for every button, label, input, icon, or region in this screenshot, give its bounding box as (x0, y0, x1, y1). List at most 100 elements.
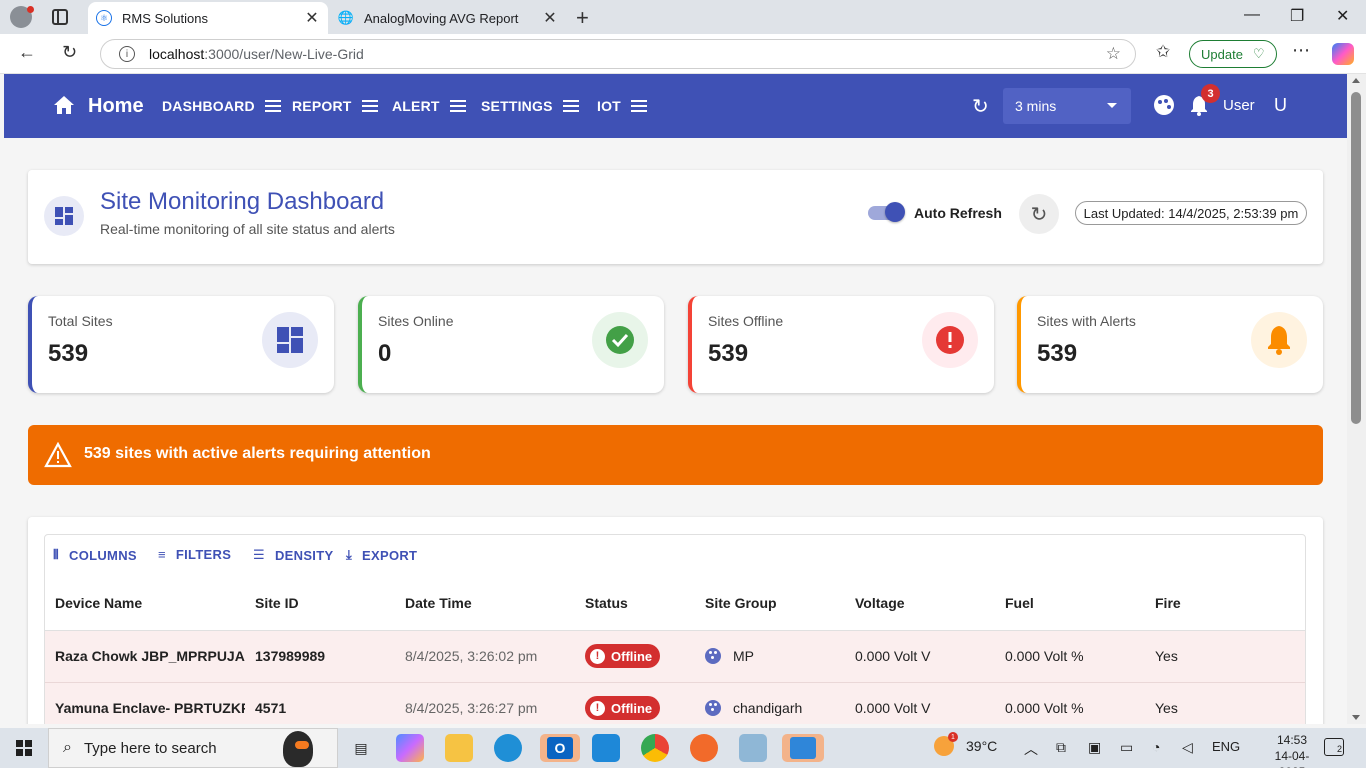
url-field[interactable]: i localhost:3000/user/New-Live-Grid ☆ (100, 39, 1136, 69)
density-button[interactable]: ☰ DENSITY (253, 547, 333, 563)
table-row[interactable]: Raza Chowk JBP_MPRPUJABC 137989989 8/4/2… (45, 631, 1305, 683)
file-explorer-icon[interactable] (445, 734, 473, 762)
photos-app-icon[interactable] (782, 734, 824, 762)
postman-icon[interactable] (690, 734, 718, 762)
reload-icon[interactable]: ↻ (62, 42, 77, 63)
active-alerts-banner: 539 sites with active alerts requiring a… (28, 425, 1323, 485)
language-indicator[interactable]: ENG (1212, 739, 1240, 754)
status-label: Offline (611, 648, 653, 664)
weather-sun-icon: 1 (934, 732, 958, 756)
minimize-icon[interactable]: — (1244, 6, 1260, 24)
copilot-taskbar-icon[interactable] (396, 734, 424, 762)
maximize-icon[interactable]: ❐ (1290, 6, 1304, 26)
nav-settings[interactable]: SETTINGS (481, 98, 579, 114)
nav-report-label: REPORT (292, 98, 352, 114)
browser-tab-report[interactable]: 🌐 AnalogMoving AVG Report ✕ (330, 2, 566, 34)
column-header-date-time[interactable]: Date Time (405, 595, 472, 611)
table-row[interactable]: Yamuna Enclave- PBRTUZKP0 4571 8/4/2025,… (45, 683, 1305, 724)
nav-dashboard[interactable]: DASHBOARD (162, 98, 281, 114)
globe-icon: 🌐 (337, 10, 355, 25)
auto-refresh-toggle[interactable] (885, 202, 905, 222)
home-icon[interactable] (54, 96, 74, 114)
live-grid-card: ⦀ COLUMNS ≡ FILTERS ☰ DENSITY ⤓ EXPORT D… (28, 517, 1323, 724)
stat-label: Sites Offline (708, 313, 784, 329)
task-view-icon[interactable]: ▤ (347, 734, 375, 762)
cell-date-time: 8/4/2025, 3:26:02 pm (405, 648, 538, 664)
scroll-up-icon[interactable] (1352, 78, 1360, 83)
battery-icon[interactable]: ▭ (1120, 739, 1133, 756)
tab-actions-icon[interactable] (52, 9, 68, 25)
close-tab-icon[interactable]: ✕ (302, 8, 322, 28)
back-icon[interactable]: ← (18, 42, 36, 63)
notification-center-icon[interactable]: 2 (1324, 738, 1344, 756)
filters-button[interactable]: ≡ FILTERS (158, 547, 231, 562)
stat-value: 539 (708, 340, 749, 367)
user-avatar[interactable]: U (1274, 95, 1287, 116)
group-icon (705, 648, 721, 664)
cell-fire: Yes (1155, 700, 1178, 716)
favorite-star-icon[interactable]: ☆ (1106, 44, 1121, 64)
wifi-icon[interactable]: ◔ (1152, 739, 1160, 755)
more-options-icon[interactable]: ⋯ (1292, 40, 1310, 61)
edge-browser-icon[interactable] (494, 734, 522, 762)
home-link[interactable]: Home (88, 95, 144, 118)
refresh-interval-select[interactable]: 3 mins (1003, 88, 1131, 124)
notes-app-icon[interactable] (739, 734, 767, 762)
new-tab-icon[interactable]: + (576, 5, 589, 31)
outlook-icon[interactable]: O (540, 734, 580, 762)
cell-voltage: 0.000 Volt V (855, 648, 931, 664)
scrollbar-thumb[interactable] (1351, 92, 1361, 424)
column-header-fire[interactable]: Fire (1155, 595, 1181, 611)
scroll-down-icon[interactable] (1352, 715, 1360, 720)
column-header-status[interactable]: Status (585, 595, 628, 611)
alert-banner-message: 539 sites with active alerts requiring a… (84, 445, 431, 462)
grid-toolbar: ⦀ COLUMNS ≡ FILTERS ☰ DENSITY ⤓ EXPORT (45, 535, 1305, 575)
column-header-site-group[interactable]: Site Group (705, 595, 777, 611)
favorites-icon[interactable]: ✩ (1156, 42, 1170, 62)
volume-icon[interactable]: ◁ (1182, 739, 1193, 756)
tray-app-icon[interactable]: ⧉ (1056, 739, 1066, 756)
close-tab-icon[interactable]: ✕ (540, 8, 560, 28)
export-label: EXPORT (362, 547, 418, 563)
weather-widget[interactable]: 1 39°C (934, 732, 997, 756)
windows-start-icon[interactable] (16, 740, 32, 756)
update-button[interactable]: Update ♡ (1189, 40, 1277, 68)
columns-button[interactable]: ⦀ COLUMNS (53, 547, 137, 563)
page-scrollbar[interactable] (1347, 74, 1366, 724)
nav-report[interactable]: REPORT (292, 98, 378, 114)
stat-card-sites-offline: Sites Offline 539 (688, 296, 994, 393)
chevron-up-icon[interactable]: ︿ (1024, 739, 1038, 759)
column-header-voltage[interactable]: Voltage (855, 595, 905, 611)
site-info-icon[interactable]: i (119, 46, 135, 62)
stat-value: 0 (378, 340, 392, 367)
warning-icon (44, 442, 72, 468)
error-icon: ! (590, 700, 605, 716)
chrome-icon[interactable] (641, 734, 669, 762)
update-status-icon: ♡ (1252, 46, 1265, 61)
columns-label: COLUMNS (69, 547, 137, 563)
column-header-site-id[interactable]: Site ID (255, 595, 299, 611)
user-label[interactable]: User (1223, 97, 1255, 114)
export-button[interactable]: ⤓ EXPORT (346, 547, 417, 563)
browser-tab-rms[interactable]: ⚛ RMS Solutions ✕ (88, 2, 328, 34)
manual-refresh-button[interactable]: ↻ (1019, 194, 1059, 234)
tray-monitor-icon[interactable]: ▣ (1088, 739, 1101, 756)
check-circle-icon (592, 312, 648, 368)
column-header-device-name[interactable]: Device Name (55, 595, 142, 611)
palette-icon[interactable] (1154, 95, 1174, 115)
vscode-icon[interactable] (592, 734, 620, 762)
refresh-icon[interactable]: ↻ (972, 94, 989, 119)
close-window-icon[interactable]: ✕ (1336, 6, 1349, 26)
nav-iot[interactable]: IOT (597, 98, 647, 114)
refresh-icon: ↻ (1030, 203, 1048, 226)
nav-alert[interactable]: ALERT (392, 98, 466, 114)
taskbar-search-input[interactable]: ⌕ Type here to search (48, 728, 338, 768)
url-path: :3000/user/New-Live-Grid (204, 46, 364, 62)
cell-voltage: 0.000 Volt V (855, 700, 931, 716)
system-clock[interactable]: 14:53 14-04-2025 (1262, 732, 1322, 768)
column-header-fuel[interactable]: Fuel (1005, 595, 1034, 611)
notification-count-badge: 3 (1201, 84, 1220, 103)
copilot-icon[interactable] (1332, 43, 1354, 65)
stat-label: Sites with Alerts (1037, 313, 1136, 329)
status-badge: ! Offline (585, 644, 661, 668)
